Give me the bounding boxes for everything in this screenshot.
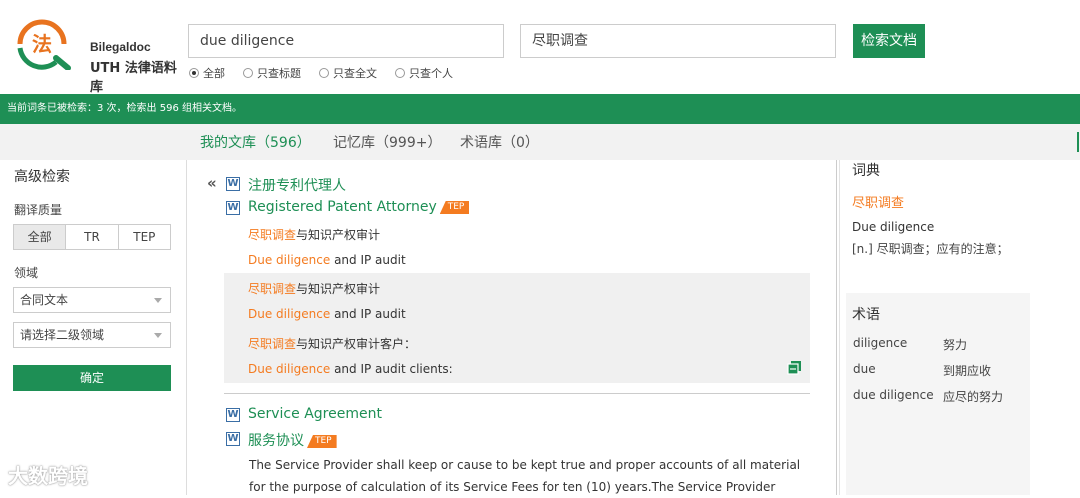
tab-term-library[interactable]: 术语库（0） (460, 124, 539, 160)
translation-quality-label: 翻译质量 (14, 203, 63, 217)
result-title-text: 服务协议 (248, 433, 304, 449)
result-title-zh[interactable]: 服务协议 TEP (248, 430, 337, 450)
divider (224, 393, 810, 394)
divider (836, 160, 837, 495)
header: 法 Bilegaldoc UTH 法律语料库 due diligence 尽职调… (0, 0, 1080, 95)
term-en: due (853, 362, 876, 376)
segment-text: and IP audit (330, 253, 406, 267)
domain-select-value: 合同文本 (20, 293, 69, 307)
divider (186, 160, 187, 495)
result-segment-en: Due diligence and IP audit clients: (248, 362, 453, 376)
word-doc-icon: W (226, 177, 240, 191)
highlight-term: Due diligence (248, 362, 331, 376)
scope-label: 只查标题 (257, 67, 301, 80)
radio-icon (395, 68, 405, 78)
advanced-search-title: 高级检索 (14, 169, 70, 185)
chevron-down-icon (154, 298, 162, 303)
result-title-en[interactable]: Registered Patent Attorney TEP (248, 199, 470, 215)
quality-option-all[interactable]: 全部 (14, 225, 67, 249)
result-body-line: The Service Provider shall keep or cause… (249, 458, 801, 472)
translation-quality-segmented: 全部 TR TEP (13, 224, 171, 250)
radio-icon (319, 68, 329, 78)
tabs-edge-marker (1077, 132, 1079, 152)
tab-my-library[interactable]: 我的文库（596） (200, 124, 311, 160)
scope-label: 全部 (203, 67, 225, 80)
domain-select[interactable]: 合同文本 (13, 287, 171, 313)
highlight-term: 尽职调查 (248, 282, 297, 296)
quality-option-tr[interactable]: TR (66, 225, 119, 249)
highlight-term: Due diligence (248, 253, 331, 267)
divider (839, 160, 840, 495)
term-en: due diligence (853, 388, 934, 402)
scope-radio-title[interactable]: 只查标题 (243, 65, 301, 81)
radio-selected-icon (189, 68, 199, 78)
subdomain-select[interactable]: 请选择二级领域 (13, 322, 171, 348)
result-segment-zh: 尽职调查与知识产权审计 (248, 280, 380, 297)
quality-option-tep[interactable]: TEP (119, 225, 170, 249)
scope-radio-fulltext[interactable]: 只查全文 (319, 65, 377, 81)
scope-radio-personal[interactable]: 只查个人 (395, 65, 453, 81)
result-title-zh[interactable]: 注册专利代理人 (248, 175, 346, 195)
search-input-english[interactable]: due diligence (188, 24, 504, 58)
radio-icon (243, 68, 253, 78)
copy-icon[interactable] (787, 360, 802, 375)
highlight-term: 尽职调查 (248, 337, 297, 351)
svg-text:法: 法 (32, 32, 52, 56)
scope-label: 只查个人 (409, 67, 453, 80)
chevron-down-icon (154, 333, 162, 338)
dictionary-definition: [n.] 尽职调查；应有的注意； (852, 242, 1009, 256)
word-doc-icon: W (226, 408, 240, 422)
confirm-button[interactable]: 确定 (13, 365, 171, 391)
dictionary-heading: 词典 (852, 163, 880, 179)
result-title-text: Registered Patent Attorney (248, 199, 437, 215)
result-segment-en: Due diligence and IP audit (248, 253, 406, 267)
domain-label: 领域 (14, 266, 39, 280)
tep-badge: TEP (307, 435, 337, 448)
dictionary-term-en: Due diligence (852, 220, 935, 234)
word-doc-icon: W (226, 201, 240, 215)
term-en: diligence (853, 336, 908, 350)
search-button[interactable]: 检索文档 (853, 24, 925, 58)
dictionary-term-zh[interactable]: 尽职调查 (852, 192, 904, 211)
search-status-bar: 当前词条已被检索：3 次，检索出 596 组相关文档。 (0, 94, 1080, 124)
tab-memory-library[interactable]: 记忆库（999+） (333, 124, 441, 160)
terminology-heading: 术语 (852, 307, 880, 323)
result-segment-zh: 尽职调查与知识产权审计 (248, 226, 380, 243)
segment-text: 与知识产权审计客户： (296, 337, 417, 351)
result-title-en[interactable]: Service Agreement (248, 406, 382, 422)
search-input-chinese[interactable]: 尽职调查 (520, 24, 836, 58)
word-doc-icon: W (226, 432, 240, 446)
result-segment-en: Due diligence and IP audit (248, 307, 406, 321)
brand-name-line1: Bilegaldoc (90, 40, 151, 54)
tep-badge: TEP (439, 201, 470, 214)
term-zh: 应尽的努力 (943, 390, 1004, 404)
subdomain-select-placeholder: 请选择二级领域 (20, 328, 105, 342)
collapse-double-chevron-icon[interactable]: « (207, 174, 217, 192)
term-zh: 努力 (943, 338, 968, 352)
result-segment-zh: 尽职调查与知识产权审计客户： (248, 335, 416, 352)
logo[interactable]: 法 Bilegaldoc UTH 法律语料库 (6, 14, 186, 95)
tabs-bar (0, 124, 1080, 160)
brand-name-line2: UTH 法律语料库 (90, 61, 177, 95)
segment-text: and IP audit (330, 307, 406, 321)
search-scope-radios: 全部 只查标题 只查全文 只查个人 (189, 65, 471, 81)
watermark-text: 大数跨境 (8, 464, 88, 488)
scope-radio-all[interactable]: 全部 (189, 65, 225, 81)
highlight-term: 尽职调查 (248, 228, 297, 242)
watermark: 大数跨境 (8, 460, 88, 489)
scope-label: 只查全文 (333, 67, 377, 80)
segment-text: and IP audit clients: (330, 362, 453, 376)
logo-scale-magnifier-icon: 法 (17, 19, 71, 70)
segment-text: 与知识产权审计 (296, 282, 381, 296)
highlight-term: Due diligence (248, 307, 331, 321)
segment-text: 与知识产权审计 (296, 228, 381, 242)
term-zh: 到期应收 (943, 364, 992, 378)
